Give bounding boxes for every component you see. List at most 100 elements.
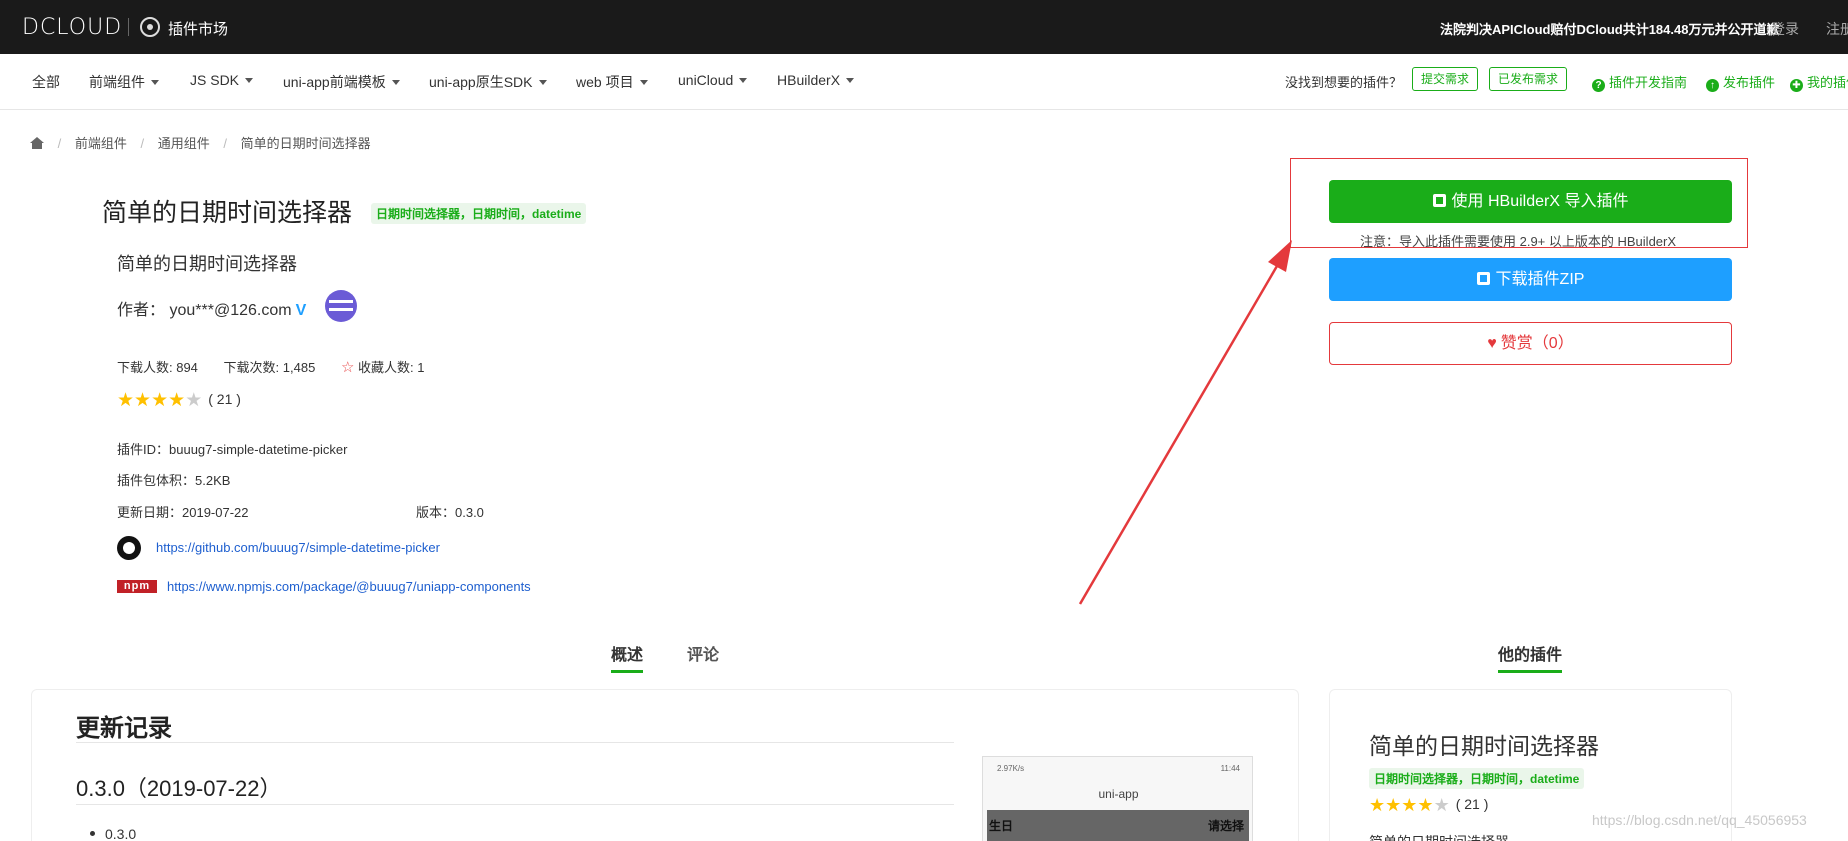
reward-button-label: 赞赏（0） [1500, 335, 1574, 352]
import-button-label: 使用 HBuilderX 导入插件 [1451, 193, 1629, 210]
import-note: 注意：导入此插件需要使用 2.9+ 以上版本的 HBuilderX [1360, 234, 1677, 249]
changelog-title: 更新记录 [76, 715, 172, 742]
verified-icon: V [295, 302, 307, 319]
plugin-tags: 日期时间选择器，日期时间，datetime [371, 203, 587, 224]
chevron-down-icon [538, 80, 547, 85]
login-link[interactable]: 登录 [1771, 19, 1799, 39]
nav-uniapp-native-sdk[interactable]: uni-app原生SDK [429, 72, 547, 92]
phone-row-label: 生日 [989, 819, 1014, 833]
nav-js-sdk[interactable]: JS SDK [190, 72, 254, 88]
submit-request-button[interactable]: 提交需求 [1412, 67, 1479, 91]
other-plugin-title[interactable]: 简单的日期时间选择器 [1369, 727, 1599, 761]
plugin-description: 简单的日期时间选择器 [117, 254, 297, 274]
register-link[interactable]: 注册 [1826, 19, 1848, 39]
chevron-down-icon [846, 78, 855, 83]
top-bar: DCLOUD 插件市场 法院判决APICloud赔付DCloud共计184.48… [0, 0, 1848, 54]
nav-all[interactable]: 全部 [32, 72, 60, 92]
arrow-line [1078, 253, 1286, 605]
author-avatar[interactable] [325, 290, 357, 322]
star-filled-icon: ★ [1417, 795, 1434, 815]
update-date: 更新日期：2019-07-22 [117, 505, 249, 520]
nav-label: uni-app前端模板 [283, 74, 386, 90]
other-plugin-description: 简单的日期时间选择器 [1369, 832, 1509, 841]
rating-count: ( 21 ) [208, 391, 241, 407]
heart-icon: ♥ [1487, 335, 1497, 352]
plugin-title: 简单的日期时间选择器 [102, 199, 353, 227]
star-outline-icon[interactable]: ☆ [341, 359, 354, 376]
watermark: https://blog.csdn.net/qq_45056953 [1592, 812, 1807, 828]
rating-row: ★★★★★( 21 ) [117, 389, 241, 412]
plugin-market-link[interactable]: 插件市场 [168, 18, 228, 39]
reward-button[interactable]: ♥ 赞赏（0） [1329, 322, 1732, 365]
my-plugins-link[interactable]: ✚ 我的插件 [1790, 72, 1848, 92]
nav-uniapp-templates[interactable]: uni-app前端模板 [283, 72, 400, 92]
dev-guide-link[interactable]: ? 插件开发指南 [1592, 72, 1687, 92]
chevron-down-icon [151, 80, 159, 85]
nav-label: HBuilderX [777, 72, 841, 88]
chevron-down-icon [739, 78, 748, 83]
divider [76, 804, 954, 805]
github-link[interactable]: https://github.com/buuug7/simple-datetim… [156, 540, 440, 555]
github-icon [117, 536, 141, 560]
favorites-count: 收藏人数: 1 [358, 360, 425, 375]
star-filled-icon: ★ [134, 390, 152, 411]
plugin-size: 插件包体积：5.2KB [117, 473, 231, 488]
breadcrumb-separator: / [223, 136, 228, 151]
star-empty-icon: ★ [185, 390, 203, 411]
star-empty-icon: ★ [1433, 795, 1450, 815]
home-icon[interactable] [30, 137, 44, 149]
tab-his-plugins[interactable]: 他的插件 [1498, 641, 1562, 665]
nav-web-projects[interactable]: web 项目 [576, 72, 648, 92]
not-found-question: 没找到想要的插件？ [1285, 75, 1403, 90]
nav-frontend-components[interactable]: 前端组件 [89, 72, 159, 92]
plugin-market-icon [140, 17, 160, 37]
nav-label: uni-app原生SDK [429, 74, 533, 90]
breadcrumb-current: 简单的日期时间选择器 [240, 136, 371, 151]
author-label: 作者： [117, 302, 166, 319]
my-plugins-label: 我的插件 [1807, 75, 1848, 90]
breadcrumb-frontend-components[interactable]: 前端组件 [75, 136, 127, 151]
logo-divider [128, 18, 129, 36]
npm-icon: npm [117, 580, 157, 593]
court-notice-link[interactable]: 法院判决APICloud赔付DCloud共计184.48万元并公开道歉 [1440, 19, 1779, 38]
npm-link[interactable]: https://www.npmjs.com/package/@buuug7/un… [167, 579, 531, 594]
nav-label: JS SDK [190, 72, 240, 88]
author-name[interactable]: you***@126.com [169, 302, 291, 319]
star-filled-icon: ★ [1385, 795, 1402, 815]
stats-row: 下载人数: 894 下载次数: 1,485 ☆ 收藏人数: 1 [117, 357, 424, 376]
chevron-down-icon [391, 80, 400, 85]
phone-status-right: 11:44 [1220, 764, 1240, 773]
arrow-head [1268, 240, 1292, 272]
nav-label: uniCloud [678, 72, 734, 88]
phone-status-left: 2.97K/s [997, 764, 1025, 773]
phone-row-value: 请选择 [1207, 819, 1244, 833]
rating-stars: ★★★★★ [1369, 795, 1450, 815]
nav-unicloud[interactable]: uniCloud [678, 72, 748, 88]
star-filled-icon: ★ [117, 390, 135, 411]
tab-comments[interactable]: 评论 [687, 641, 719, 665]
publish-plugin-link[interactable]: ↑ 发布插件 [1706, 72, 1775, 92]
breadcrumb-separator: / [57, 136, 62, 151]
nav-hbuilderx[interactable]: HBuilderX [777, 72, 855, 88]
download-zip-button[interactable]: 下载插件ZIP [1329, 258, 1732, 301]
phone-app-title: uni-app [1098, 787, 1139, 801]
tab-overview[interactable]: 概述 [611, 641, 643, 665]
tab-his-plugins-indicator [1498, 670, 1562, 673]
star-filled-icon: ★ [168, 390, 186, 411]
chevron-down-icon [245, 78, 254, 83]
dcloud-logo[interactable]: DCLOUD [22, 15, 122, 40]
rating-count: ( 21 ) [1455, 796, 1489, 812]
phone-preview: 2.97K/s 11:44 uni-app 生日 请选择 [982, 756, 1253, 841]
breadcrumb-common-components[interactable]: 通用组件 [158, 136, 210, 151]
other-plugin-tags: 日期时间选择器，日期时间，datetime [1369, 768, 1585, 789]
category-nav: 全部 前端组件 JS SDK uni-app前端模板 uni-app原生SDK … [0, 54, 1848, 110]
nav-label: web 项目 [576, 74, 634, 90]
publish-plugin-label: 发布插件 [1723, 75, 1776, 90]
download-users: 下载人数: 894 [117, 360, 198, 375]
nav-label: 前端组件 [89, 74, 145, 90]
import-hbuilderx-button[interactable]: 使用 HBuilderX 导入插件 [1329, 180, 1732, 223]
zip-button-label: 下载插件ZIP [1495, 271, 1585, 288]
published-request-button[interactable]: 已发布需求 [1489, 67, 1568, 91]
help-icon: ? [1592, 79, 1605, 92]
plugin-id: 插件ID：buuug7-simple-datetime-picker [117, 442, 348, 457]
